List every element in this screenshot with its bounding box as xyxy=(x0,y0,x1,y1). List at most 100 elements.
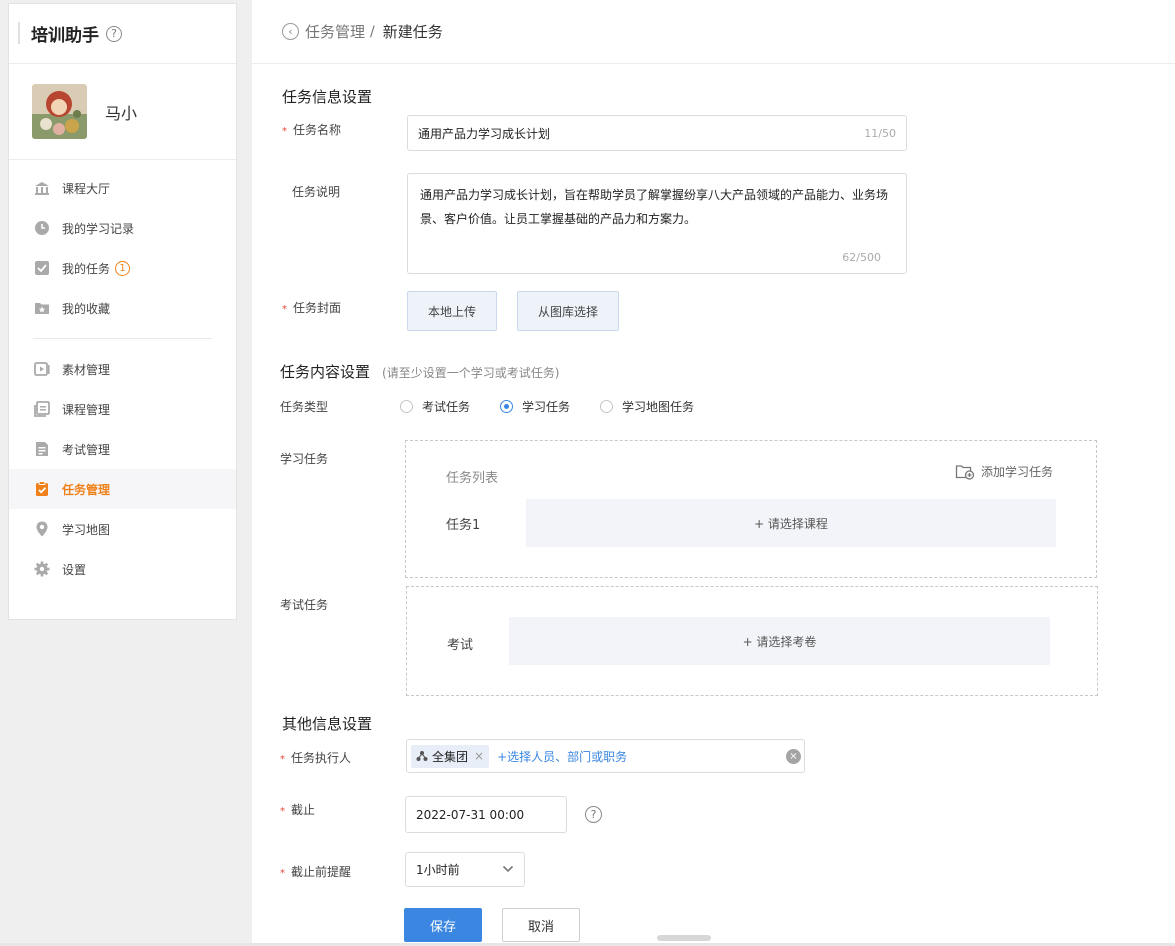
choose-gallery-button[interactable]: 从图库选择 xyxy=(517,291,619,331)
layers-icon xyxy=(33,400,51,418)
remove-tag-icon[interactable]: × xyxy=(474,749,484,763)
sidebar-item-favorites[interactable]: 我的收藏 xyxy=(9,288,236,328)
radio-label: 考试任务 xyxy=(422,400,471,414)
org-icon xyxy=(416,750,428,762)
sidebar-item-exams[interactable]: 考试管理 xyxy=(9,429,236,469)
app-title: 培训助手 xyxy=(31,26,99,46)
required-mark: * xyxy=(280,754,285,765)
study-task-box: 任务列表 添加学习任务 任务1 + 请选择课程 xyxy=(405,440,1097,578)
sidebar-item-label: 任务管理 xyxy=(62,482,111,497)
task-desc-textarea[interactable]: 通用产品力学习成长计划，旨在帮助学员了解掌握纷享八大产品领域的产品能力、业务场景… xyxy=(407,173,907,274)
section-title-other: 其他信息设置 xyxy=(282,715,373,733)
radio-circle[interactable] xyxy=(500,400,513,413)
executor-tag-label: 全集团 xyxy=(432,749,469,764)
executor-label-text: 任务执行人 xyxy=(291,751,352,765)
executor-field[interactable]: 全集团 × +选择人员、部门或职务 × xyxy=(406,739,805,773)
chevron-down-icon xyxy=(502,864,514,874)
task-name-label-text: 任务名称 xyxy=(293,123,342,137)
check-square-icon xyxy=(33,259,51,277)
task-cover-label-text: 任务封面 xyxy=(293,301,342,315)
sidebar-item-label: 我的任务 xyxy=(62,261,111,276)
sidebar-item-label: 课程管理 xyxy=(62,402,111,417)
avatar[interactable] xyxy=(32,84,87,139)
sidebar-item-settings[interactable]: 设置 xyxy=(9,549,236,589)
task-desc-label: 任务说明 xyxy=(292,185,341,199)
user-name: 马小 xyxy=(105,103,138,123)
sidebar-item-courses[interactable]: 课程管理 xyxy=(9,389,236,429)
task-name-input[interactable]: 通用产品力学习成长计划 11/50 xyxy=(407,115,907,151)
task-type-label: 任务类型 xyxy=(280,400,329,414)
choose-course-button[interactable]: + 请选择课程 xyxy=(526,499,1056,547)
deadline-label-text: 截止 xyxy=(291,803,316,817)
scrollbar-thumb[interactable] xyxy=(657,935,711,941)
radio-circle[interactable] xyxy=(400,400,413,413)
radio-study-task[interactable]: 学习任务 xyxy=(500,398,570,415)
task-desc-counter: 62/500 xyxy=(842,251,881,264)
executor-tag: 全集团 × xyxy=(411,744,490,768)
study-task-label: 学习任务 xyxy=(280,452,329,466)
task-name-value: 通用产品力学习成长计划 xyxy=(418,126,551,141)
sidebar-item-course-hall[interactable]: 课程大厅 xyxy=(9,168,236,208)
radio-label: 学习任务 xyxy=(522,400,571,414)
section-title-info: 任务信息设置 xyxy=(282,88,373,106)
task-count-badge: 1 xyxy=(115,260,131,276)
sidebar-item-label: 设置 xyxy=(62,562,87,577)
section-title-content-text: 任务内容设置 xyxy=(280,363,371,381)
remind-label-text: 截止前提醒 xyxy=(291,865,352,879)
sidebar-item-materials[interactable]: 素材管理 xyxy=(9,349,236,389)
menu-divider xyxy=(33,338,212,339)
task-name-counter: 11/50 xyxy=(864,126,896,140)
remind-value: 1小时前 xyxy=(416,863,460,877)
star-folder-icon xyxy=(33,299,51,317)
radio-exam-task[interactable]: 考试任务 xyxy=(400,398,470,415)
radio-label: 学习地图任务 xyxy=(622,400,695,414)
breadcrumb-current: 新建任务 xyxy=(382,23,443,41)
sidebar-item-my-tasks[interactable]: 我的任务 1 xyxy=(9,248,236,288)
executor-label: * 任务执行人 xyxy=(280,749,351,766)
clock-icon xyxy=(33,219,51,237)
deadline-input[interactable]: 2022-07-31 00:00 xyxy=(405,796,567,833)
sidebar-item-label: 我的学习记录 xyxy=(62,221,135,236)
help-icon[interactable]: ? xyxy=(106,25,122,42)
sidebar-header: 培训助手 ? xyxy=(9,4,236,64)
required-mark: * xyxy=(280,868,285,879)
breadcrumb-parent[interactable]: 任务管理 xyxy=(305,21,365,42)
save-button[interactable]: 保存 xyxy=(404,908,482,942)
deadline-help-icon[interactable]: ? xyxy=(585,806,602,823)
task-desc-value: 通用产品力学习成长计划，旨在帮助学员了解掌握纷享八大产品领域的产品能力、业务场景… xyxy=(420,188,889,226)
required-mark: * xyxy=(282,126,287,137)
upload-local-button[interactable]: 本地上传 xyxy=(407,291,497,331)
sidebar: 培训助手 ? 马小 课程大厅 我的学习记录 我的任务 1 我的收藏 素材管理 课… xyxy=(8,3,237,620)
user-panel: 马小 xyxy=(9,64,236,160)
sidebar-item-study-records[interactable]: 我的学习记录 xyxy=(9,208,236,248)
section-title-content: 任务内容设置 (请至少设置一个学习或考试任务) xyxy=(280,361,559,382)
required-mark: * xyxy=(282,304,287,315)
exam-item-label: 考试 xyxy=(447,638,474,653)
cancel-button[interactable]: 取消 xyxy=(502,908,580,942)
breadcrumb: ‹ 任务管理 / 新建任务 xyxy=(252,0,1175,64)
select-executor-link[interactable]: +选择人员、部门或职务 xyxy=(497,748,627,765)
task-cover-label: * 任务封面 xyxy=(282,299,341,316)
deadline-label: * 截止 xyxy=(280,801,315,818)
required-mark: * xyxy=(280,806,285,817)
back-icon[interactable]: ‹ xyxy=(282,23,299,40)
sidebar-item-study-map[interactable]: 学习地图 xyxy=(9,509,236,549)
choose-paper-button[interactable]: + 请选择考卷 xyxy=(509,617,1050,665)
main-panel: ‹ 任务管理 / 新建任务 任务信息设置 * 任务名称 通用产品力学习成长计划 1… xyxy=(252,0,1175,946)
sidebar-item-label: 课程大厅 xyxy=(62,181,111,196)
sidebar-menu: 课程大厅 我的学习记录 我的任务 1 我的收藏 素材管理 课程管理 考试管理 任… xyxy=(9,160,236,589)
add-study-task-button[interactable]: 添加学习任务 xyxy=(955,463,1053,480)
content-note: (请至少设置一个学习或考试任务) xyxy=(382,366,560,380)
clear-icon[interactable]: × xyxy=(786,749,801,764)
play-box-icon xyxy=(33,360,51,378)
sidebar-item-label: 考试管理 xyxy=(62,442,111,457)
radio-circle[interactable] xyxy=(600,400,613,413)
sidebar-item-task-management[interactable]: 任务管理 xyxy=(9,469,236,509)
sidebar-item-label: 我的收藏 xyxy=(62,301,111,316)
radio-map-task[interactable]: 学习地图任务 xyxy=(600,398,694,415)
add-folder-icon xyxy=(955,464,975,480)
remind-label: * 截止前提醒 xyxy=(280,863,351,880)
deadline-value: 2022-07-31 00:00 xyxy=(416,807,525,822)
gear-icon xyxy=(33,560,51,578)
remind-select[interactable]: 1小时前 xyxy=(405,852,525,887)
